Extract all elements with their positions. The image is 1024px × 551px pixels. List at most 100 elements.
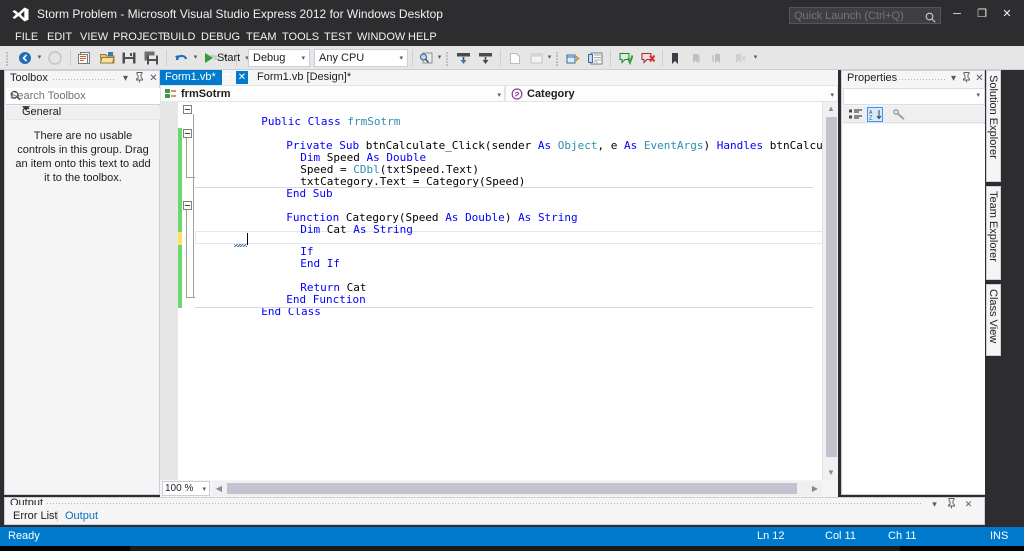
output-tab-error-list[interactable]: Error List <box>7 509 64 524</box>
output-dock: Output ▾ ✕ Error List Output <box>4 497 985 525</box>
toolbox-dropdown-icon[interactable]: ▾ <box>119 72 132 85</box>
token: String <box>373 223 413 236</box>
close-button[interactable]: ✕ <box>996 5 1018 24</box>
token: End <box>286 187 313 200</box>
editor-dock: Form1.vb* ✕ Form1.vb [Design]* <box>160 70 838 497</box>
status-state: Ready <box>8 530 40 542</box>
chevron-down-icon: ▾ <box>497 88 501 103</box>
fold-guide-line <box>186 210 187 297</box>
toolbar-grip[interactable] <box>6 51 10 66</box>
save-all-button[interactable] <box>142 49 160 67</box>
vtab-solution-explorer[interactable]: Solution Explorer <box>986 70 1001 182</box>
toolbox-search-options-icon[interactable]: ▾ <box>10 91 155 99</box>
output-pin-icon[interactable] <box>945 498 958 510</box>
toolbox-close-icon[interactable]: ✕ <box>147 72 160 85</box>
toolbox-search-input[interactable]: Search Toolbox ▾ <box>6 88 160 105</box>
code-editor[interactable]: Public Class frmSotrm Private Sub btnCal… <box>160 102 838 480</box>
maximize-button[interactable]: ❐ <box>971 5 993 24</box>
fold-toggle-function[interactable] <box>183 201 192 210</box>
properties-pin-icon[interactable] <box>960 72 973 85</box>
token: Handles <box>717 139 770 152</box>
token: ) <box>704 139 717 152</box>
tab-close-icon[interactable]: ✕ <box>236 71 248 84</box>
menu-window[interactable]: WINDOW <box>352 29 410 46</box>
fold-toggle-class[interactable] <box>183 105 192 114</box>
code-text[interactable]: Public Class frmSotrm Private Sub btnCal… <box>195 102 838 480</box>
properties-grid[interactable] <box>843 124 985 494</box>
quick-launch-input[interactable] <box>794 8 914 23</box>
save-button[interactable] <box>120 49 138 67</box>
chevron-down-icon: ▾ <box>830 88 834 103</box>
status-line: Ln 12 <box>757 530 785 542</box>
properties-title: Properties <box>847 72 897 84</box>
undo-caret-icon[interactable]: ▾ <box>192 55 199 61</box>
vertical-scroll-thumb[interactable] <box>826 117 837 457</box>
token: As <box>538 139 558 152</box>
minimize-button[interactable]: ─ <box>946 5 968 24</box>
menu-build[interactable]: BUILD <box>158 29 200 46</box>
outlining-margin[interactable] <box>182 102 195 480</box>
breakpoint-margin[interactable] <box>160 102 178 480</box>
tab-form1-vb-design[interactable]: Form1.vb [Design]* <box>252 70 356 85</box>
undo-button[interactable] <box>172 49 190 67</box>
alphabetical-sort-button[interactable]: A Z <box>867 107 883 122</box>
menu-file[interactable]: FILE <box>10 29 43 46</box>
token: End If <box>300 257 340 270</box>
open-file-button[interactable] <box>98 49 116 67</box>
quick-launch-box[interactable] <box>789 7 941 24</box>
menu-edit[interactable]: EDIT <box>42 29 77 46</box>
vtab-class-view[interactable]: Class View <box>986 284 1001 356</box>
class-fold-guide-line <box>193 114 194 298</box>
menu-team[interactable]: TEAM <box>241 29 282 46</box>
navigate-back-button[interactable] <box>16 49 34 67</box>
toolbox-group-general[interactable]: General <box>6 106 160 120</box>
auto-hide-tab-strip: Solution Explorer Team Explorer Class Vi… <box>986 70 1001 495</box>
solution-configuration-combo[interactable]: Debug ▾ <box>248 49 310 67</box>
member-dropdown[interactable]: Category ▾ <box>505 85 838 102</box>
standard-toolbar: ▾ <box>0 46 1024 70</box>
zoom-level-value: 100 % <box>165 483 193 494</box>
menu-debug[interactable]: DEBUG <box>196 29 245 46</box>
horizontal-scroll-thumb[interactable] <box>227 483 797 494</box>
vtab-class-view-label: Class View <box>987 285 999 343</box>
output-tab-output[interactable]: Output <box>59 509 104 524</box>
toolbox-drag-dots <box>53 79 115 80</box>
scroll-down-button[interactable]: ▼ <box>823 466 838 480</box>
solution-platform-combo[interactable]: Any CPU ▾ <box>314 49 408 67</box>
scroll-left-button[interactable]: ◀ <box>212 481 226 496</box>
scroll-right-button[interactable]: ▶ <box>808 481 822 496</box>
code-line-10: Dim Cat As String <box>234 212 413 224</box>
toolbox-group-label: General <box>22 106 61 118</box>
chevron-down-icon: ▾ <box>202 483 206 496</box>
code-line-6: txtCategory.Text = Category(Speed) <box>234 164 525 176</box>
type-dropdown[interactable]: frmSotrm ▾ <box>160 85 505 102</box>
navigate-back-caret-icon[interactable]: ▾ <box>36 55 43 61</box>
editor-horizontal-scrollbar[interactable]: ◀ ▶ <box>212 481 822 496</box>
categorized-view-button[interactable] <box>847 107 863 122</box>
start-debug-button[interactable]: Start ▾ <box>205 49 249 67</box>
desktop-taskbar-edge <box>0 546 1024 551</box>
code-line-1: Public Class frmSotrm <box>195 104 400 116</box>
output-tab-output-label: Output <box>65 510 98 522</box>
scroll-up-button[interactable]: ▲ <box>823 102 838 116</box>
menu-help[interactable]: HELP <box>403 29 442 46</box>
code-line-4: Dim Speed As Double <box>234 140 426 152</box>
code-line-9: Function Category(Speed As Double) As St… <box>220 200 578 212</box>
properties-close-icon[interactable]: ✕ <box>973 72 986 85</box>
output-close-icon[interactable]: ✕ <box>962 498 975 510</box>
zoom-level-combo[interactable]: 100 % ▾ <box>162 481 210 496</box>
tab-form1-vb[interactable]: Form1.vb* <box>160 70 222 85</box>
fold-toggle-sub[interactable] <box>183 129 192 138</box>
new-project-button[interactable] <box>76 49 94 67</box>
menu-tools[interactable]: TOOLS <box>277 29 324 46</box>
fold-guide-line <box>186 138 187 177</box>
tab-pin-icon[interactable] <box>222 71 234 84</box>
status-insert-mode: INS <box>990 530 1008 542</box>
toolbox-pin-icon[interactable] <box>133 72 146 85</box>
editor-vertical-scrollbar[interactable]: ▲ ▼ <box>822 102 838 480</box>
properties-dropdown-icon[interactable]: ▾ <box>947 72 960 85</box>
properties-object-combo[interactable]: ▾ <box>843 88 985 105</box>
status-column: Col 11 <box>825 530 856 542</box>
vtab-team-explorer[interactable]: Team Explorer <box>986 186 1001 280</box>
output-dropdown-icon[interactable]: ▾ <box>928 498 941 510</box>
